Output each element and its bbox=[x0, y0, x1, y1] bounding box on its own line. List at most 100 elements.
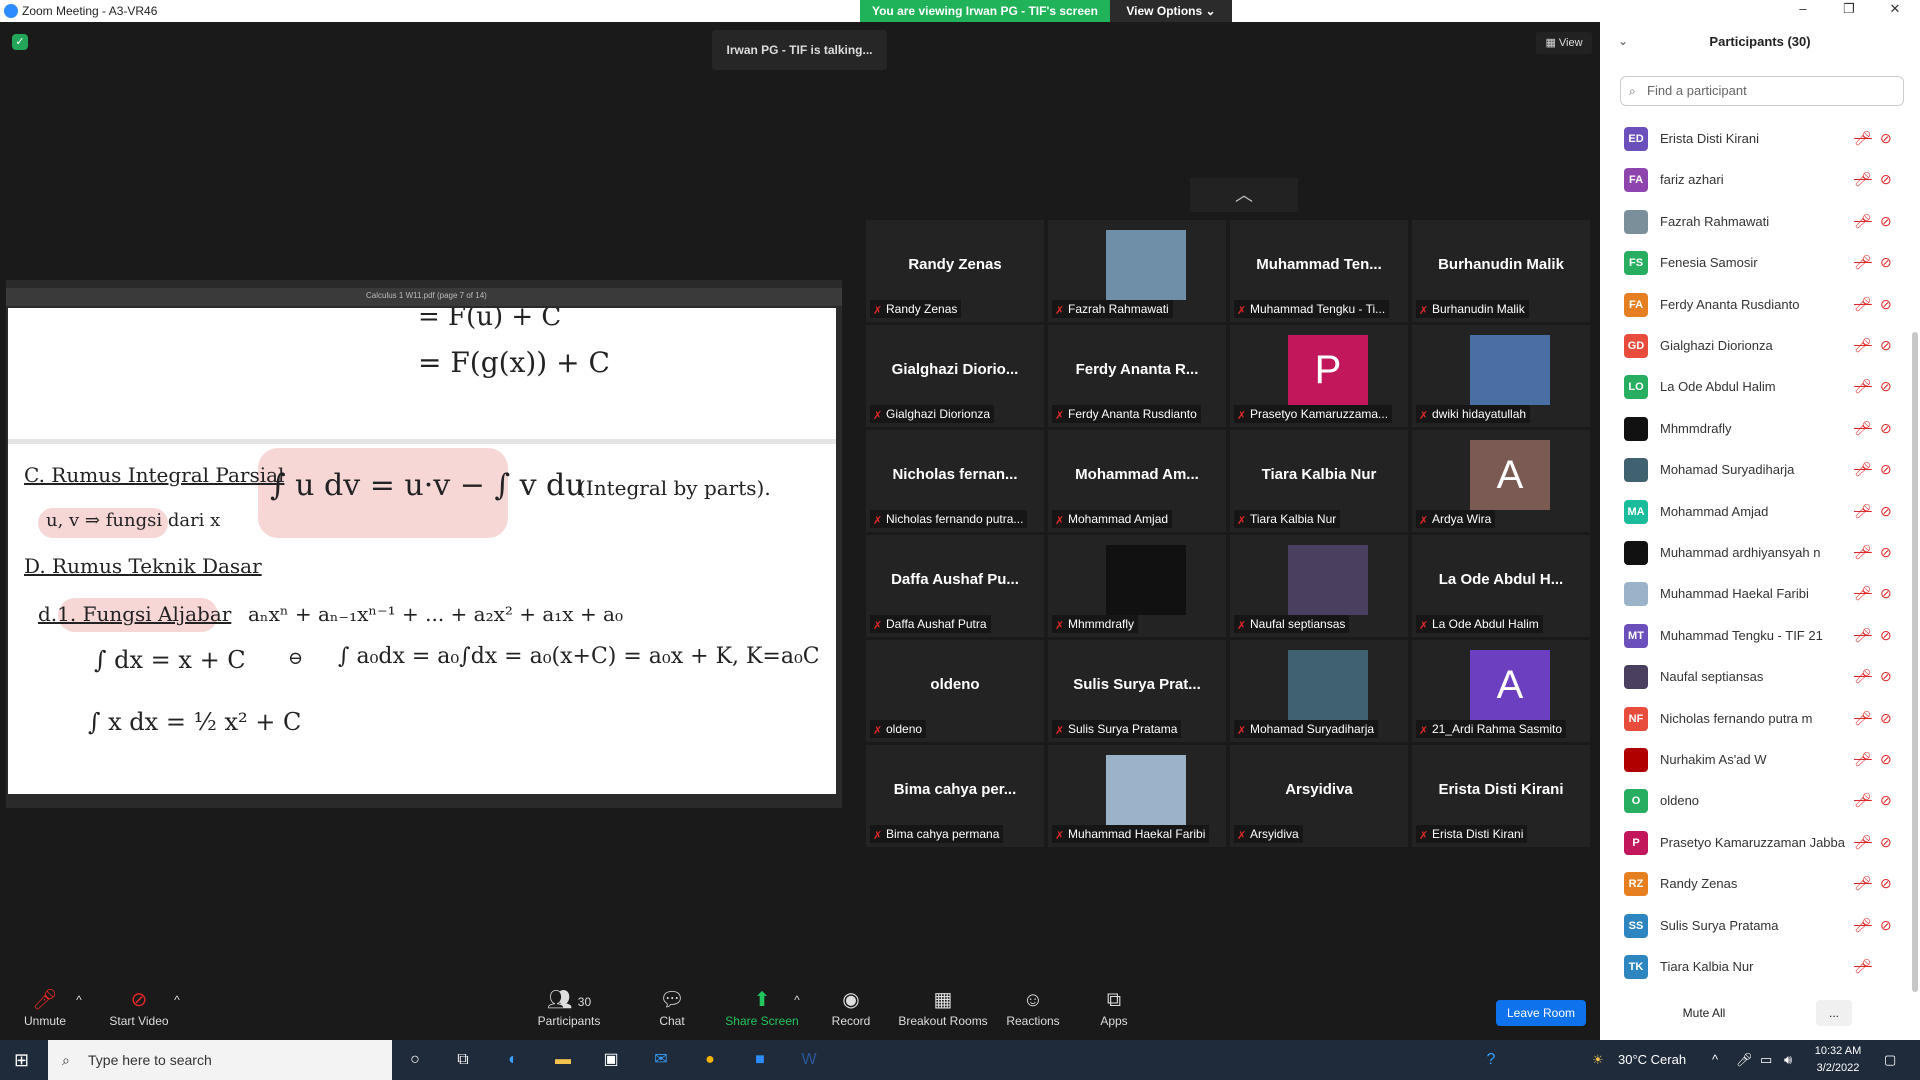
participant-row[interactable]: LO La Ode Abdul Halim 🎤︎ ⊘ bbox=[1600, 366, 1912, 407]
participant-search-input[interactable]: ⌕ Find a participant bbox=[1620, 76, 1904, 106]
microphone-muted-icon: ✗ bbox=[1419, 410, 1429, 422]
word-icon[interactable]: W bbox=[796, 1048, 822, 1072]
participant-row[interactable]: GD Gialghazi Diorionza 🎤︎ ⊘ bbox=[1600, 325, 1912, 366]
notifications-icon[interactable]: ▢ bbox=[1884, 1052, 1896, 1068]
video-off-icon: ⊘ bbox=[1880, 709, 1892, 726]
leave-room-button[interactable]: Leave Room bbox=[1496, 1000, 1586, 1026]
network-icon[interactable]: ▭ bbox=[1760, 1052, 1772, 1068]
tile-name-text: Ardya Wira bbox=[1432, 512, 1492, 526]
minimize-button[interactable]: – bbox=[1780, 1, 1826, 21]
participants-button[interactable]: 👥︎ 30 Participants bbox=[534, 986, 604, 1028]
participant-row[interactable]: FA fariz azhari 🎤︎ ⊘ bbox=[1600, 159, 1912, 200]
video-tile[interactable]: Muhammad Ten... ✗ Muhammad Tengku - Ti... bbox=[1230, 220, 1408, 322]
edge-icon[interactable]: ◐ bbox=[500, 1048, 526, 1072]
windows-start-icon[interactable]: ⊞ bbox=[14, 1050, 29, 1071]
chrome-icon[interactable]: ● bbox=[697, 1048, 723, 1072]
participant-row[interactable]: FS Fenesia Samosir 🎤︎ ⊘ bbox=[1600, 242, 1912, 283]
participant-row[interactable]: Fazrah Rahmawati 🎤︎ ⊘ bbox=[1600, 201, 1912, 242]
participant-name: Fenesia Samosir bbox=[1660, 255, 1758, 271]
view-button[interactable]: ▦ View bbox=[1536, 32, 1592, 54]
encryption-shield-icon[interactable]: ✓ bbox=[12, 34, 28, 50]
participant-row[interactable]: P Prasetyo Kamaruzzaman Jabba 🎤︎ ⊘ bbox=[1600, 822, 1912, 863]
video-tile[interactable]: Mohammad Am... ✗ Mohammad Amjad bbox=[1048, 430, 1226, 532]
more-options-button[interactable]: ... bbox=[1816, 1000, 1852, 1026]
mute-all-button[interactable]: Mute All bbox=[1664, 1000, 1744, 1026]
participant-row[interactable]: TK Tiara Kalbia Nur 🎤︎ bbox=[1600, 946, 1912, 987]
weather-text[interactable]: 30°C Cerah bbox=[1618, 1052, 1686, 1067]
video-tile[interactable]: oldeno ✗ oldeno bbox=[866, 640, 1044, 742]
video-options-button[interactable]: ^ bbox=[170, 986, 184, 1014]
participant-name: Gialghazi Diorionza bbox=[1660, 338, 1773, 353]
video-tile[interactable]: Nicholas fernan... ✗ Nicholas fernando put… bbox=[866, 430, 1044, 532]
record-button[interactable]: ◉ Record bbox=[828, 986, 874, 1028]
collapse-gallery-button[interactable]: ︿ bbox=[1190, 178, 1298, 212]
participant-row[interactable]: Ooldeno 🎤︎ ⊘ bbox=[1600, 780, 1912, 821]
participants-panel: ⌄ Participants (30) ⌕ Find a participant… bbox=[1600, 22, 1920, 1040]
video-tile[interactable]: ✗ Mohamad Suryadiharja bbox=[1230, 640, 1408, 742]
shared-screen[interactable]: Calculus 1 W11.pdf (page 7 of 14) = F(u)… bbox=[6, 280, 842, 808]
breakout-rooms-button[interactable]: ▦ Breakout Rooms bbox=[898, 986, 988, 1028]
video-tile[interactable]: Gialghazi Diorio... ✗ Gialghazi Diorionza bbox=[866, 325, 1044, 427]
audio-options-button[interactable]: ^ bbox=[72, 986, 86, 1014]
video-tile[interactable]: A ✗ Ardya Wira bbox=[1412, 430, 1590, 532]
video-tile[interactable]: Erista Disti Kirani ✗ Erista Disti Kirani bbox=[1412, 745, 1590, 847]
share-options-button[interactable]: ^ bbox=[790, 986, 804, 1014]
video-tile[interactable]: P ✗ Prasetyo Kamaruzzama... bbox=[1230, 325, 1408, 427]
volume-icon[interactable]: 🔊︎ bbox=[1784, 1052, 1792, 1068]
video-tile[interactable]: ✗ Muhammad Haekal Faribi bbox=[1048, 745, 1226, 847]
video-tile[interactable]: ✗ Mhmmdrafly bbox=[1048, 535, 1226, 637]
view-button-label: View bbox=[1558, 37, 1583, 49]
video-tile[interactable]: Burhanudin Malik ✗ Burhanudin Malik bbox=[1412, 220, 1590, 322]
video-tile[interactable]: Ferdy Ananta R... ✗ Ferdy Ananta Rusdianto bbox=[1048, 325, 1226, 427]
tray-chevron-icon[interactable]: ^ bbox=[1712, 1052, 1718, 1067]
zoom-taskbar-icon[interactable]: ■ bbox=[747, 1048, 773, 1072]
participant-row[interactable]: Naufal septiansas 🎤︎ ⊘ bbox=[1600, 656, 1912, 697]
participant-row[interactable]: Mohamad Suryadiharja 🎤︎ ⊘ bbox=[1600, 449, 1912, 490]
video-tile[interactable]: Sulis Surya Prat... ✗ Sulis Surya Pratama bbox=[1048, 640, 1226, 742]
video-tile[interactable]: Randy Zenas ✗ Randy Zenas bbox=[866, 220, 1044, 322]
file-explorer-icon[interactable]: ▬ bbox=[550, 1048, 576, 1072]
video-tile[interactable]: Bima cahya per... ✗ Bima cahya permana bbox=[866, 745, 1044, 847]
maximize-button[interactable]: ❐ bbox=[1826, 1, 1872, 21]
mail-icon[interactable]: ✉ bbox=[648, 1048, 674, 1072]
reactions-button[interactable]: ☺ Reactions bbox=[1004, 986, 1062, 1028]
view-options-button[interactable]: View Options ⌄ bbox=[1110, 0, 1232, 22]
close-button[interactable]: ✕ bbox=[1872, 1, 1918, 21]
unmute-button[interactable]: 🎤︎ Unmute bbox=[20, 986, 70, 1028]
microphone-muted-icon: ✗ bbox=[1237, 725, 1247, 737]
video-tile[interactable]: A ✗ 21_Ardi Rahma Sasmito bbox=[1412, 640, 1590, 742]
participant-row[interactable]: ED Erista Disti Kirani 🎤︎ ⊘ bbox=[1600, 118, 1912, 159]
video-tile[interactable]: La Ode Abdul H... ✗ La Ode Abdul Halim bbox=[1412, 535, 1590, 637]
video-tile[interactable]: Daffa Aushaf Pu... ✗ Daffa Aushaf Putra bbox=[866, 535, 1044, 637]
participant-row[interactable]: NF Nicholas fernando putra m 🎤︎ ⊘ bbox=[1600, 698, 1912, 739]
participant-row[interactable]: Muhammad ardhiyansyah n 🎤︎ ⊘ bbox=[1600, 532, 1912, 573]
microphone-icon[interactable]: 🎤︎ bbox=[1736, 1052, 1753, 1068]
participant-row[interactable]: FA Ferdy Ananta Rusdianto 🎤︎ ⊘ bbox=[1600, 284, 1912, 325]
video-tile[interactable]: ✗ Naufal septiansas bbox=[1230, 535, 1408, 637]
task-view-icon[interactable]: ⧉ bbox=[450, 1048, 476, 1072]
participant-row[interactable]: MA Mohammad Amjad 🎤︎ ⊘ bbox=[1600, 491, 1912, 532]
video-tile[interactable]: ✗ dwiki hidayatullah bbox=[1412, 325, 1590, 427]
chat-button[interactable]: 💬︎ Chat bbox=[652, 986, 692, 1028]
video-off-icon: ⊘ bbox=[1880, 916, 1892, 933]
video-tile[interactable]: Tiara Kalbia Nur ✗ Tiara Kalbia Nur bbox=[1230, 430, 1408, 532]
cortana-icon[interactable]: ○ bbox=[402, 1048, 428, 1072]
participant-row[interactable]: Nurhakim As'ad W 🎤︎ ⊘ bbox=[1600, 739, 1912, 780]
participant-list-scrollbar[interactable] bbox=[1912, 332, 1918, 992]
participant-row[interactable]: Muhammad Haekal Faribi 🎤︎ ⊘ bbox=[1600, 573, 1912, 614]
participant-row[interactable]: MT Muhammad Tengku - TIF 21 🎤︎ ⊘ bbox=[1600, 615, 1912, 656]
video-tile[interactable]: Arsyidiva ✗ Arsyidiva bbox=[1230, 745, 1408, 847]
participant-row[interactable]: Mhmmdrafly 🎤︎ ⊘ bbox=[1600, 408, 1912, 449]
video-tile[interactable]: ✗ Fazrah Rahmawati bbox=[1048, 220, 1226, 322]
participant-row[interactable]: SS Sulis Surya Pratama 🎤︎ ⊘ bbox=[1600, 905, 1912, 946]
tile-name-text: Burhanudin Malik bbox=[1432, 302, 1525, 316]
taskbar-search-input[interactable]: ⌕ Type here to search bbox=[48, 1040, 392, 1080]
participant-row[interactable]: RZ Randy Zenas 🎤︎ ⊘ bbox=[1600, 863, 1912, 904]
participant-name: La Ode Abdul Halim bbox=[1660, 379, 1776, 395]
store-icon[interactable]: ▣ bbox=[598, 1048, 624, 1072]
taskbar-clock[interactable]: 10:32 AM 3/2/2022 bbox=[1808, 1043, 1868, 1077]
apps-button[interactable]: ⧉ Apps bbox=[1094, 986, 1134, 1028]
help-icon[interactable]: ? bbox=[1478, 1048, 1504, 1072]
view-options-label: View Options bbox=[1126, 4, 1203, 18]
start-video-button[interactable]: ⊘ Start Video bbox=[104, 986, 174, 1028]
